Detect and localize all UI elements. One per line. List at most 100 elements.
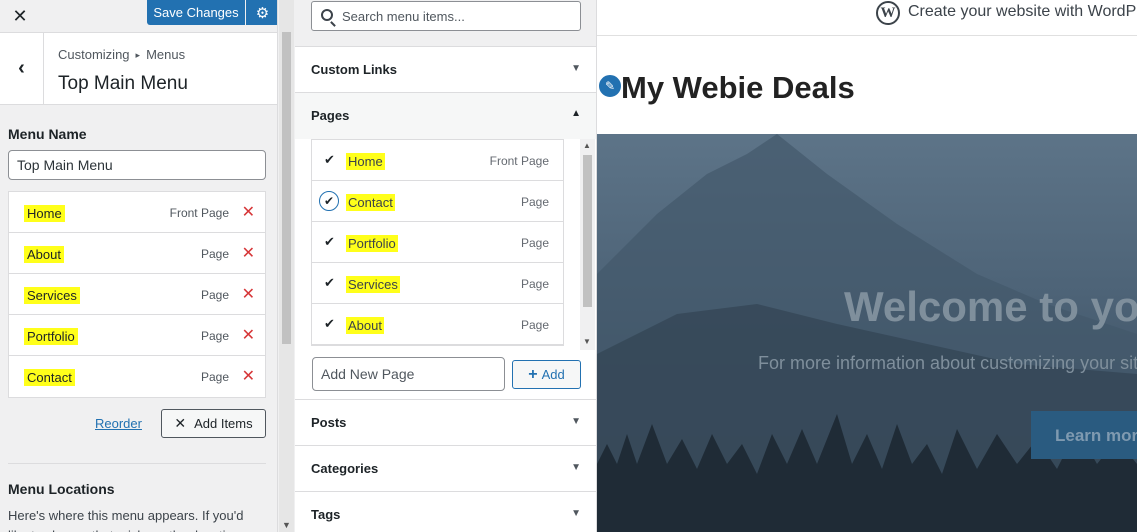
menu-item[interactable]: Portfolio Page ✕ [9,315,265,356]
menu-item[interactable]: Home Front Page ✕ [9,192,265,233]
accordion-categories[interactable]: Categories ▼ [295,446,596,492]
accordion-label: Posts [311,415,347,430]
close-icon: ✕ [174,415,187,431]
hero-banner: Welcome to your site For more informatio… [597,134,1137,532]
section-header: ‹ Customizing ▸ Menus Top Main Menu [0,33,277,105]
customizer-header: ✕ Save Changes ⚙ [0,0,277,33]
page-type: Page [520,277,549,291]
menu-item-title: Contact [24,369,75,386]
menu-item-type: Page [200,288,229,302]
menu-item-list: Home Front Page ✕ About Page ✕ Services … [8,191,266,398]
edit-pencil-icon[interactable]: ✎ [597,73,623,99]
close-icon[interactable]: ✕ [0,0,40,33]
search-box[interactable] [311,1,581,31]
menu-name-input[interactable] [8,150,266,180]
accordion-tags[interactable]: Tags ▼ [295,492,596,532]
hero-subtitle: For more information about customizing y… [758,353,1137,373]
remove-icon[interactable]: ✕ [242,325,255,345]
remove-icon[interactable]: ✕ [242,243,255,263]
page-title: Portfolio [346,235,398,252]
menu-item[interactable]: Contact Page ✕ [9,356,265,397]
menu-name-label: Menu Name [8,126,87,142]
pages-list: ✔ Home Front Page ✔ Contact Page ✔ Portf… [311,139,564,346]
remove-icon[interactable]: ✕ [242,202,255,222]
chevron-up-icon: ▲ [571,108,581,119]
accordion-pages[interactable]: Pages ▲ [295,93,596,139]
scroll-down-icon[interactable]: ▼ [282,520,291,530]
save-changes-button[interactable]: Save Changes [147,0,245,25]
accordion-label: Custom Links [311,62,397,77]
search-bar [295,0,596,47]
menu-item-title: Services [24,287,80,304]
add-page-button[interactable]: + Add [512,360,581,389]
accordion-label: Tags [311,507,341,522]
pages-scrollbar[interactable]: ▲ ▼ [580,139,595,350]
site-preview: W Create your website with WordPress.com… [597,0,1137,532]
mountain-landscape-image [597,134,1137,532]
accordion-label: Pages [311,108,350,123]
page-title: Services [346,276,400,293]
scrollbar-thumb[interactable] [282,32,291,344]
remove-icon[interactable]: ✕ [242,366,255,386]
remove-icon[interactable]: ✕ [242,284,255,304]
menu-item-title: About [24,246,64,263]
breadcrumb: Customizing ▸ Menus [58,47,185,62]
available-items-panel: Custom Links ▼ Pages ▲ ✔ Home Front Page… [295,0,597,532]
page-list-item[interactable]: ✔ Portfolio Page [312,222,563,263]
accordion-posts[interactable]: Posts ▼ [295,400,596,446]
page-list-item[interactable]: ✔ Contact Page [312,181,563,222]
menu-item[interactable]: Services Page ✕ [9,274,265,315]
chevron-down-icon: ▼ [571,508,581,519]
add-new-page-input[interactable] [312,357,505,391]
chevron-down-icon: ▼ [571,63,581,74]
plus-icon: + [528,365,538,383]
site-header: My Webie Deals ✎ [597,36,1137,134]
page-list-item[interactable]: ✔ About Page [312,304,563,345]
site-title[interactable]: My Webie Deals [621,70,855,106]
chevron-down-icon: ▼ [571,416,581,427]
learn-more-button[interactable]: Learn more [1031,411,1137,459]
customizer-panel: ✕ Save Changes ⚙ ‹ Customizing ▸ Menus Top… [0,0,278,532]
add-page-button-label: Add [541,367,565,382]
checkmark-focused-icon: ✔ [319,191,339,211]
wordpress-banner[interactable]: W Create your website with WordPress.com [597,0,1137,36]
checkmark-icon: ✔ [324,234,335,249]
page-type: Front Page [489,154,549,168]
menu-item-title: Portfolio [24,328,78,345]
divider [8,463,266,464]
accordion-label: Categories [311,461,379,476]
menu-item-type: Page [200,247,229,261]
scroll-up-icon[interactable]: ▲ [583,141,591,150]
menu-item-type: Front Page [169,206,229,220]
page-title: About [346,317,384,334]
gear-icon[interactable]: ⚙ [246,0,277,25]
add-items-button[interactable]: ✕ Add Items [161,409,266,438]
menu-item-title: Home [24,205,65,222]
page-type: Page [520,195,549,209]
menu-item-type: Page [200,329,229,343]
reorder-link[interactable]: Reorder [95,416,142,431]
page-title: Contact [346,194,395,211]
checkmark-icon: ✔ [324,275,335,290]
page-list-item[interactable]: ✔ Home Front Page [312,140,563,181]
section-title: Top Main Menu [58,73,188,94]
scroll-down-icon[interactable]: ▼ [583,337,591,346]
accordion-custom-links[interactable]: Custom Links ▼ [295,47,596,93]
wordpress-logo-icon: W [876,1,900,25]
menu-locations-title: Menu Locations [8,481,115,497]
scrollbar-thumb[interactable] [583,155,592,307]
page-type: Page [520,236,549,250]
breadcrumb-parent: Menus [146,47,186,62]
checkmark-icon: ✔ [324,316,335,331]
wordpress-cta[interactable]: Create your website with WordPress.com [908,3,1137,21]
menu-locations-description: Here's where this menu appears. If you'd… [8,508,244,532]
menu-item-type: Page [200,370,229,384]
breadcrumb-separator-icon: ▸ [135,50,141,60]
add-items-label: Add Items [194,416,253,431]
back-arrow-icon[interactable]: ‹ [0,33,44,104]
search-input[interactable] [342,2,577,30]
page-list-item[interactable]: ✔ Services Page [312,263,563,304]
menu-item[interactable]: About Page ✕ [9,233,265,274]
search-icon [321,9,333,21]
panel-scrollbar[interactable]: ▼ [279,0,294,532]
